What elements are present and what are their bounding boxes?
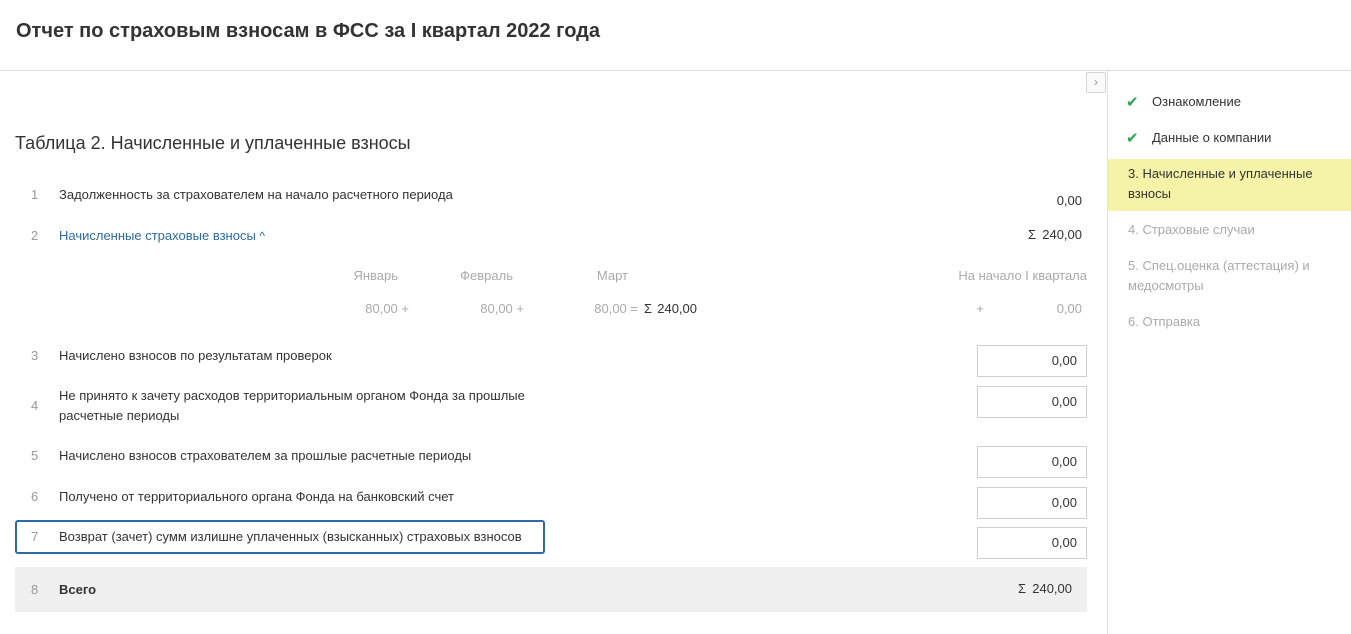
sum-icon: Σ bbox=[1017, 581, 1026, 596]
fund-received-input[interactable]: 0,00 bbox=[977, 487, 1087, 519]
row-value: 0,00 bbox=[1056, 193, 1082, 208]
january-value[interactable]: 80,00 + bbox=[330, 301, 409, 316]
accrued-contributions-toggle[interactable]: Начисленные страховые взносы ^ bbox=[59, 226, 265, 246]
month-january-label: Январь bbox=[353, 268, 398, 283]
row-label: Начислено взносов страхователем за прошл… bbox=[59, 448, 472, 463]
total-label: Всего bbox=[59, 582, 97, 597]
month-february-label: Февраль bbox=[460, 268, 513, 283]
page-title: Отчет по страховым взносам в ФСС за I кв… bbox=[16, 20, 600, 42]
step-label: Ознакомление bbox=[1152, 94, 1241, 109]
step-label: 5. Спец.оценка (аттестация) и bbox=[1128, 258, 1310, 273]
not-accepted-expenses-input[interactable]: 0,00 bbox=[977, 386, 1087, 418]
row-label: Начисленные страховые взносы bbox=[59, 228, 256, 243]
row-number: 4 bbox=[31, 398, 39, 413]
quarter-start-value[interactable]: 0,00 bbox=[1030, 301, 1082, 316]
step-special-assessment[interactable]: 5. Спец.оценка (аттестация) и медосмотры bbox=[1108, 256, 1351, 298]
step-label-line2: медосмотры bbox=[1128, 278, 1204, 293]
total-value: 240,00 bbox=[1032, 581, 1072, 596]
step-company-data[interactable]: ✔ Данные о компании bbox=[1108, 128, 1351, 150]
step-introduction[interactable]: ✔ Ознакомление bbox=[1108, 92, 1351, 114]
row-number: 5 bbox=[31, 448, 39, 463]
total-row bbox=[15, 567, 1087, 612]
step-label-line2: взносы bbox=[1128, 186, 1171, 201]
refund-offset-input[interactable]: 0,00 bbox=[977, 527, 1087, 559]
row-number: 6 bbox=[31, 489, 39, 504]
past-periods-accrued-input[interactable]: 0,00 bbox=[977, 446, 1087, 478]
collapse-sidebar-button[interactable]: › bbox=[1086, 72, 1106, 93]
row-number: 7 bbox=[31, 529, 39, 544]
month-march-label: Март bbox=[596, 268, 628, 283]
march-value[interactable]: 80,00 = bbox=[560, 301, 638, 316]
row-label: Получено от территориального органа Фонд… bbox=[59, 489, 454, 504]
step-label: 3. Начисленные и уплаченные bbox=[1128, 166, 1313, 181]
chevron-up-icon: ^ bbox=[259, 229, 266, 243]
row-number: 3 bbox=[31, 348, 39, 363]
steps-sidebar: ✔ Ознакомление ✔ Данные о компании 3. На… bbox=[1107, 71, 1351, 634]
step-insurance-cases[interactable]: 4. Страховые случаи bbox=[1108, 220, 1351, 242]
february-value[interactable]: 80,00 + bbox=[440, 301, 524, 316]
row-label[interactable]: Возврат (зачет) сумм излишне уплаченных … bbox=[59, 527, 522, 547]
step-label: 4. Страховые случаи bbox=[1128, 222, 1255, 237]
check-icon: ✔ bbox=[1126, 130, 1139, 147]
row-value: 240,00 bbox=[1042, 227, 1082, 242]
row-number: 8 bbox=[31, 582, 39, 597]
row-label: Не принято к зачету расходов территориал… bbox=[59, 388, 525, 403]
row-label: Начислено взносов по результатам проверо… bbox=[59, 348, 332, 363]
step-label: Данные о компании bbox=[1152, 130, 1272, 145]
table-title: Таблица 2. Начисленные и уплаченные взно… bbox=[15, 133, 411, 153]
chevron-right-icon: › bbox=[1094, 75, 1098, 89]
breakdown-sum: 240,00 bbox=[657, 301, 697, 316]
step-label: 6. Отправка bbox=[1128, 314, 1201, 329]
inspection-accrued-input[interactable]: 0,00 bbox=[977, 345, 1087, 377]
step-send[interactable]: 6. Отправка bbox=[1108, 312, 1351, 334]
plus-sign: + bbox=[976, 301, 984, 316]
sum-icon: Σ bbox=[1027, 227, 1036, 242]
page-header: Отчет по страховым взносам в ФСС за I кв… bbox=[0, 0, 1351, 71]
row-label-line2: расчетные периоды bbox=[59, 408, 180, 423]
check-icon: ✔ bbox=[1126, 94, 1139, 111]
row-number: 1 bbox=[31, 187, 39, 202]
step-contributions[interactable]: 3. Начисленные и уплаченные взносы bbox=[1108, 159, 1351, 211]
row-number: 2 bbox=[31, 228, 39, 243]
quarter-start-label: На начало I квартала bbox=[958, 268, 1087, 283]
row-label: Задолженность за страхователем на начало… bbox=[59, 187, 453, 202]
